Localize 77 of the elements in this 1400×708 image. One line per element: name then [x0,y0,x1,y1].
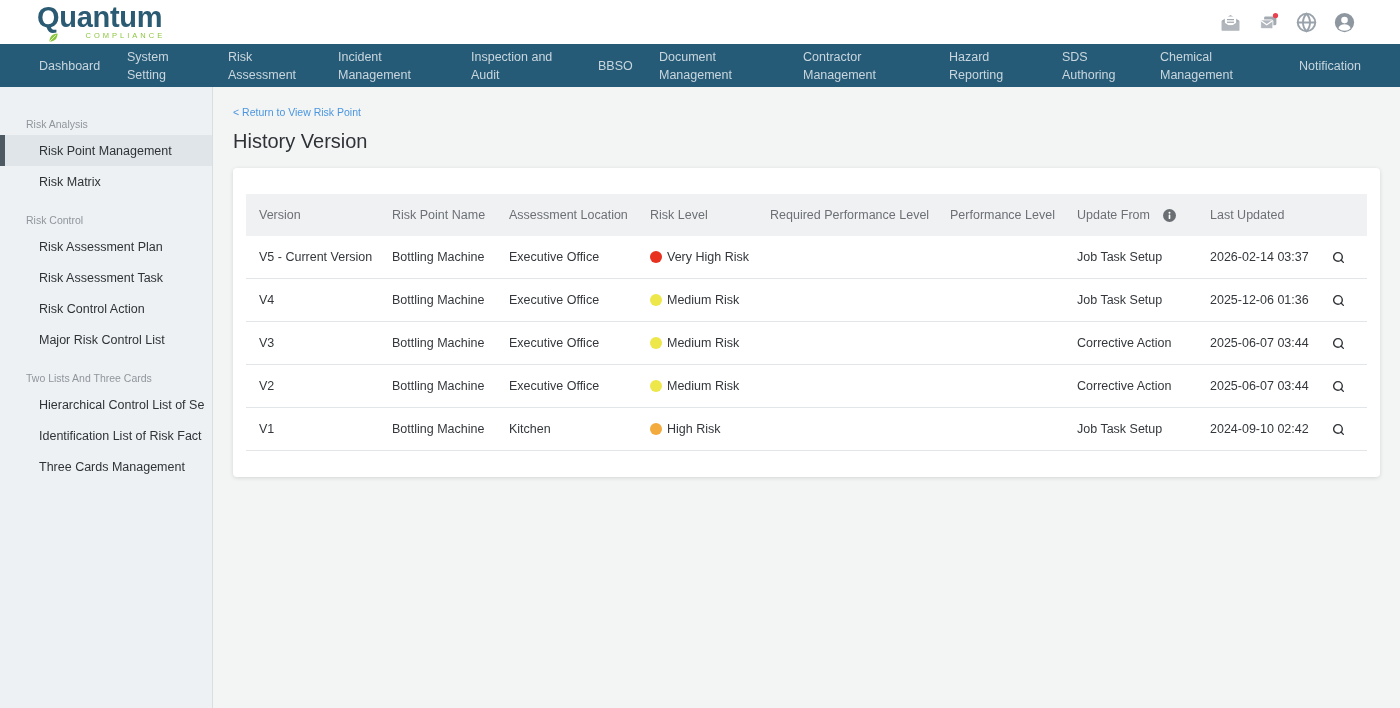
sidebar-item[interactable]: Hierarchical Control List of Se [0,389,212,420]
table-cell-text: 2024-09-10 02:42 [1209,422,1309,436]
table-cell-text: Corrective Action [1076,379,1172,393]
table-cell-text: V2 [258,379,275,393]
search-button[interactable] [1331,250,1345,264]
sidebar-item[interactable]: Risk Assessment Task [0,262,212,293]
search-button[interactable] [1331,379,1345,393]
table-cell-text: V4 [258,293,275,307]
nav-item[interactable]: BBSO [598,56,633,75]
user-avatar-icon[interactable] [1334,11,1355,33]
nav-item[interactable]: Chemical Management [1160,47,1233,84]
risk-level-label: Medium Risk [667,293,740,307]
table-cell-text: V3 [258,336,275,350]
table-cell-text: Kitchen [508,422,551,436]
search-button[interactable] [1331,422,1345,436]
nav-item[interactable]: Inspection and Audit [471,47,553,84]
risk-level-label: Medium Risk [667,336,740,350]
nav-item[interactable]: Notification [1299,56,1361,75]
table-cell-text: Executive Office [508,250,600,264]
sidebar-item[interactable]: Risk Point Management [0,135,212,166]
table-cell-text: V1 [258,422,275,436]
nav-item[interactable]: SDS Authoring [1062,47,1116,84]
info-icon[interactable] [1162,208,1176,222]
table-cell-text: Executive Office [508,379,600,393]
table-cell-text: Bottling Machine [391,250,485,264]
nav-item[interactable]: Dashboard [39,56,101,75]
table-cell-text: Bottling Machine [391,379,485,393]
sidebar-item[interactable]: Identification List of Risk Fact [0,420,212,451]
table-cell-text: Corrective Action [1076,336,1172,350]
table-cell-text: Bottling Machine [391,293,485,307]
search-icon [1331,293,1345,307]
sidebar-item[interactable]: Three Cards Management [0,451,212,482]
sidebar-item[interactable]: Risk Assessment Plan [0,231,212,262]
table-cell-text: 2025-12-06 01:36 [1209,293,1309,307]
column-header: Risk Point Name [392,208,486,222]
column-header: Version [259,208,301,222]
back-link[interactable]: < Return to View Risk Point [233,106,361,118]
table-cell-text: 2025-06-07 03:44 [1209,379,1309,393]
table-cell-text: V5 - Current Version [258,250,373,264]
nav-item[interactable]: Incident Management [338,47,411,84]
globe-icon[interactable] [1296,11,1317,33]
column-header: Performance Level [950,208,1055,222]
table-cell-text: Executive Office [508,336,600,350]
sidebar-section-title: Risk Analysis [25,118,89,130]
sidebar-section-title: Two Lists And Three Cards [25,372,153,384]
sidebar-item[interactable]: Risk Matrix [0,166,212,197]
sidebar-item[interactable]: Risk Control Action [0,293,212,324]
risk-level-label: Medium Risk [667,379,740,393]
search-button[interactable] [1331,336,1345,350]
table-cell-text: Bottling Machine [391,422,485,436]
column-header: Required Performance Level [770,208,930,222]
search-icon [1331,336,1345,350]
risk-level-label: High Risk [667,422,721,436]
sidebar-item[interactable]: Major Risk Control List [0,324,212,355]
table-cell-text: Job Task Setup [1076,293,1163,307]
table-cell-text: Executive Office [508,293,600,307]
nav-item[interactable]: Document Management [659,47,732,84]
search-icon [1331,379,1345,393]
column-header: Last Updated [1210,208,1285,222]
search-button[interactable] [1331,293,1345,307]
table-cell-text: 2025-06-07 03:44 [1209,336,1309,350]
search-icon [1331,250,1345,264]
column-header: Risk Level [650,208,708,222]
nav-item[interactable]: Hazard Reporting [949,47,1004,84]
risk-level-label: Very High Risk [667,250,749,264]
table-cell-text: Job Task Setup [1076,422,1163,436]
sidebar-section-title: Risk Control [25,214,85,226]
page-title: History Version [233,129,369,153]
table-cell-text: 2026-02-14 03:37 [1209,250,1309,264]
table-cell-text: Bottling Machine [391,336,485,350]
table-cell-text: Job Task Setup [1076,250,1163,264]
column-header: Assessment Location [509,208,628,222]
nav-item[interactable]: Contractor Management [803,47,876,84]
search-icon [1331,422,1345,436]
nav-item[interactable]: Risk Assessment [228,47,297,84]
column-header: Update From [1077,208,1150,222]
nav-item[interactable]: System Setting [127,47,169,84]
